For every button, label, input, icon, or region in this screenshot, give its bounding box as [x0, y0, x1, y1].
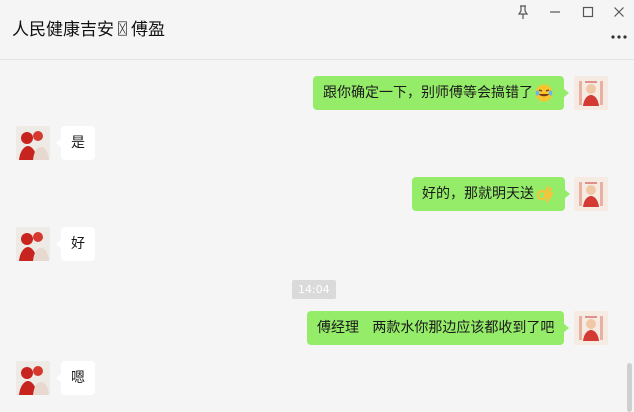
message-text: 傅经理 两款水你那边应该都收到了吧	[317, 320, 555, 336]
ok-hand-emoji-icon	[535, 184, 555, 204]
minimize-icon[interactable]	[546, 3, 564, 21]
scrollbar[interactable]	[627, 363, 632, 412]
my-avatar[interactable]	[574, 177, 608, 211]
message-bubble-outgoing[interactable]: 跟你确定一下，别师傅等会搞错了	[313, 76, 569, 110]
message-text: 好的，那就明天送	[422, 186, 534, 202]
my-avatar[interactable]	[574, 76, 608, 110]
contact-avatar[interactable]	[16, 227, 50, 261]
message-text: 好	[71, 236, 85, 252]
message-text: 嗯	[71, 370, 85, 386]
my-avatar[interactable]	[574, 311, 608, 345]
message-bubble-outgoing[interactable]: 傅经理 两款水你那边应该都收到了吧	[307, 311, 570, 345]
message-bubble-incoming[interactable]: 嗯	[56, 361, 95, 395]
contact-avatar[interactable]	[16, 361, 50, 395]
chat-header: 人民健康吉安〿傅盈	[0, 0, 634, 60]
message-bubble-incoming[interactable]: 好	[56, 227, 95, 261]
message-list[interactable]: 跟你确定一下，别师傅等会搞错了 是 好的，那就明天送 好 14:04 傅经理 两…	[0, 61, 634, 412]
laughing-tears-emoji-icon	[534, 83, 554, 103]
message-text: 是	[71, 135, 85, 151]
chat-title: 人民健康吉安〿傅盈	[12, 20, 165, 40]
message-bubble-outgoing[interactable]: 好的，那就明天送	[412, 177, 570, 211]
maximize-icon[interactable]	[579, 3, 597, 21]
message-timestamp: 14:04	[292, 280, 336, 299]
contact-avatar[interactable]	[16, 126, 50, 160]
close-icon[interactable]	[610, 3, 628, 21]
message-bubble-incoming[interactable]: 是	[56, 126, 95, 160]
message-text: 跟你确定一下，别师傅等会搞错了	[323, 85, 533, 101]
more-icon[interactable]	[610, 30, 628, 44]
pin-icon[interactable]	[514, 3, 532, 21]
